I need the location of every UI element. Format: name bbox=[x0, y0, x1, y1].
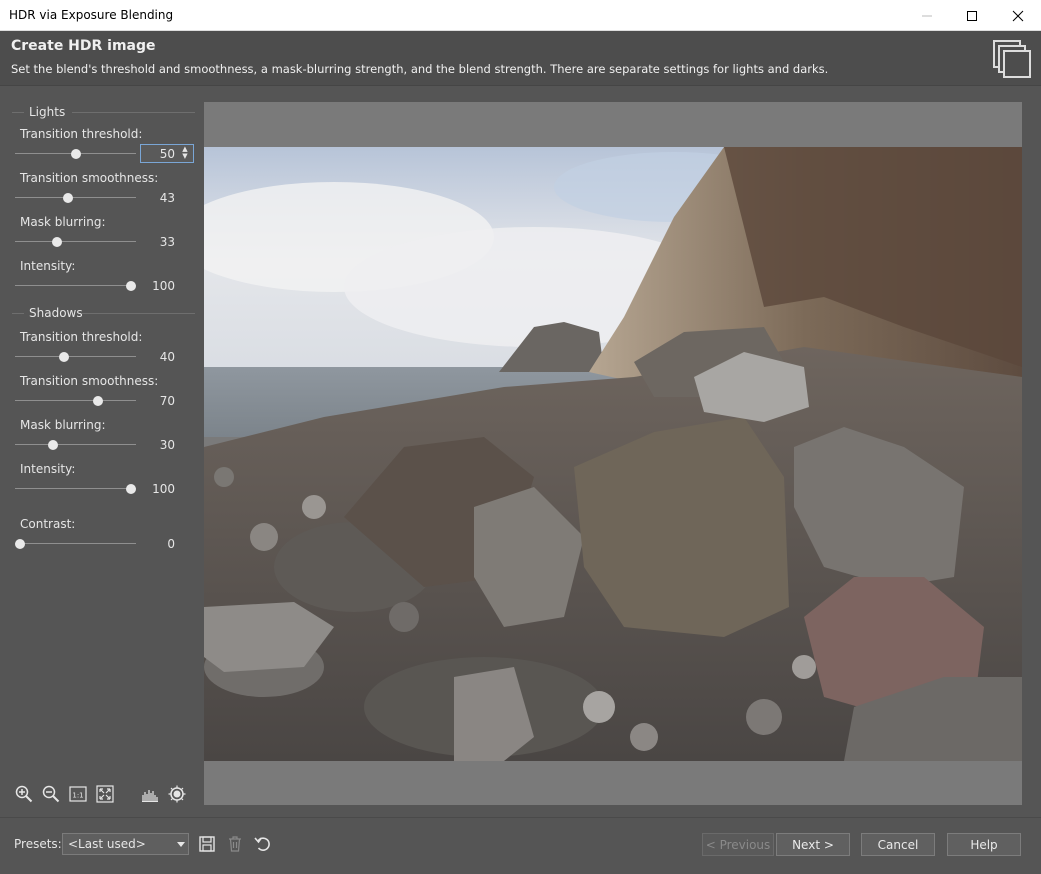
lights-intensity-slider[interactable] bbox=[15, 280, 136, 292]
shadows-intensity-value[interactable]: 100 bbox=[139, 482, 175, 496]
lights-heading: Lights bbox=[29, 105, 66, 119]
title-bar: HDR via Exposure Blending bbox=[0, 0, 1041, 31]
slider-thumb[interactable] bbox=[15, 539, 25, 549]
contrast-label: Contrast: bbox=[20, 517, 76, 531]
lights-smoothness-value[interactable]: 43 bbox=[139, 191, 175, 205]
lights-threshold-label: Transition threshold: bbox=[20, 127, 143, 141]
slider-thumb[interactable] bbox=[51, 237, 62, 247]
chevron-down-icon[interactable] bbox=[177, 842, 185, 847]
lights-blur-slider[interactable] bbox=[15, 236, 136, 248]
wizard-header: Create HDR image Set the blend's thresho… bbox=[0, 31, 1041, 86]
footer-bar: Presets: <Last used> < Previous Next > C… bbox=[0, 817, 1041, 874]
shadows-smoothness-slider[interactable] bbox=[15, 395, 136, 407]
presets-label: Presets: bbox=[14, 837, 62, 851]
previous-button[interactable]: < Previous bbox=[702, 833, 774, 856]
lights-threshold-spinbox[interactable]: 50 ▲ ▼ bbox=[140, 144, 194, 163]
slider-thumb[interactable] bbox=[70, 149, 81, 159]
slider-thumb[interactable] bbox=[126, 484, 136, 494]
slider-thumb[interactable] bbox=[126, 281, 136, 291]
svg-text:1:1: 1:1 bbox=[72, 792, 83, 800]
zoom-in-icon[interactable] bbox=[15, 785, 33, 803]
delete-preset-icon[interactable] bbox=[226, 835, 244, 853]
shadows-blur-label: Mask blurring: bbox=[20, 418, 106, 432]
shadows-blur-value[interactable]: 30 bbox=[139, 438, 175, 452]
maximize-icon bbox=[967, 10, 977, 21]
shadows-intensity-label: Intensity: bbox=[20, 462, 76, 476]
slider-thumb[interactable] bbox=[92, 396, 103, 406]
lights-group-header: Lights bbox=[12, 105, 195, 119]
lights-intensity-value[interactable]: 100 bbox=[139, 279, 175, 293]
save-preset-icon[interactable] bbox=[198, 835, 216, 853]
lights-smoothness-slider[interactable] bbox=[15, 192, 136, 204]
shadows-heading: Shadows bbox=[29, 306, 83, 320]
settings-panel: Lights Transition threshold: 50 ▲ ▼ Trans… bbox=[0, 87, 200, 817]
spin-arrows-icon[interactable]: ▲ ▼ bbox=[180, 146, 190, 161]
slider-thumb[interactable] bbox=[48, 440, 59, 450]
actual-size-icon[interactable]: 1:1 bbox=[69, 785, 87, 803]
shadows-threshold-label: Transition threshold: bbox=[20, 330, 143, 344]
preview-image bbox=[204, 147, 1022, 761]
cancel-button[interactable]: Cancel bbox=[861, 833, 935, 856]
shadows-intensity-slider[interactable] bbox=[15, 483, 136, 495]
slider-thumb[interactable] bbox=[62, 193, 73, 203]
preview-area[interactable] bbox=[204, 102, 1022, 805]
close-button[interactable] bbox=[995, 0, 1041, 31]
minimize-icon bbox=[922, 15, 932, 16]
minimize-button[interactable] bbox=[904, 0, 950, 31]
lights-intensity-label: Intensity: bbox=[20, 259, 76, 273]
presets-dropdown[interactable]: <Last used> bbox=[62, 833, 189, 855]
lights-blur-label: Mask blurring: bbox=[20, 215, 106, 229]
shadows-blur-slider[interactable] bbox=[15, 439, 136, 451]
shadows-group-header: Shadows bbox=[12, 306, 195, 320]
preview-toggle-icon[interactable] bbox=[168, 785, 186, 803]
shadows-threshold-slider[interactable] bbox=[15, 351, 136, 363]
fit-to-window-icon[interactable] bbox=[96, 785, 114, 803]
contrast-value[interactable]: 0 bbox=[139, 537, 175, 551]
lights-threshold-slider[interactable] bbox=[15, 148, 136, 160]
shadows-threshold-value[interactable]: 40 bbox=[139, 350, 175, 364]
close-icon bbox=[1012, 10, 1024, 21]
presets-selected-value[interactable]: <Last used> bbox=[68, 837, 146, 851]
stacked-images-icon bbox=[993, 40, 1031, 78]
page-title: Create HDR image bbox=[11, 38, 156, 54]
maximize-button[interactable] bbox=[949, 0, 995, 31]
next-button[interactable]: Next > bbox=[776, 833, 850, 856]
shadows-smoothness-label: Transition smoothness: bbox=[20, 374, 159, 388]
lights-threshold-value[interactable]: 50 bbox=[160, 147, 175, 161]
contrast-slider[interactable] bbox=[15, 538, 136, 550]
reset-icon[interactable] bbox=[254, 835, 272, 853]
lights-smoothness-label: Transition smoothness: bbox=[20, 171, 159, 185]
lights-blur-value[interactable]: 33 bbox=[139, 235, 175, 249]
help-button[interactable]: Help bbox=[947, 833, 1021, 856]
shadows-smoothness-value[interactable]: 70 bbox=[139, 394, 175, 408]
histogram-icon[interactable] bbox=[141, 785, 159, 803]
window-title: HDR via Exposure Blending bbox=[9, 8, 174, 22]
slider-thumb[interactable] bbox=[59, 352, 70, 362]
page-description: Set the blend's threshold and smoothness… bbox=[11, 62, 829, 76]
zoom-out-icon[interactable] bbox=[42, 785, 60, 803]
